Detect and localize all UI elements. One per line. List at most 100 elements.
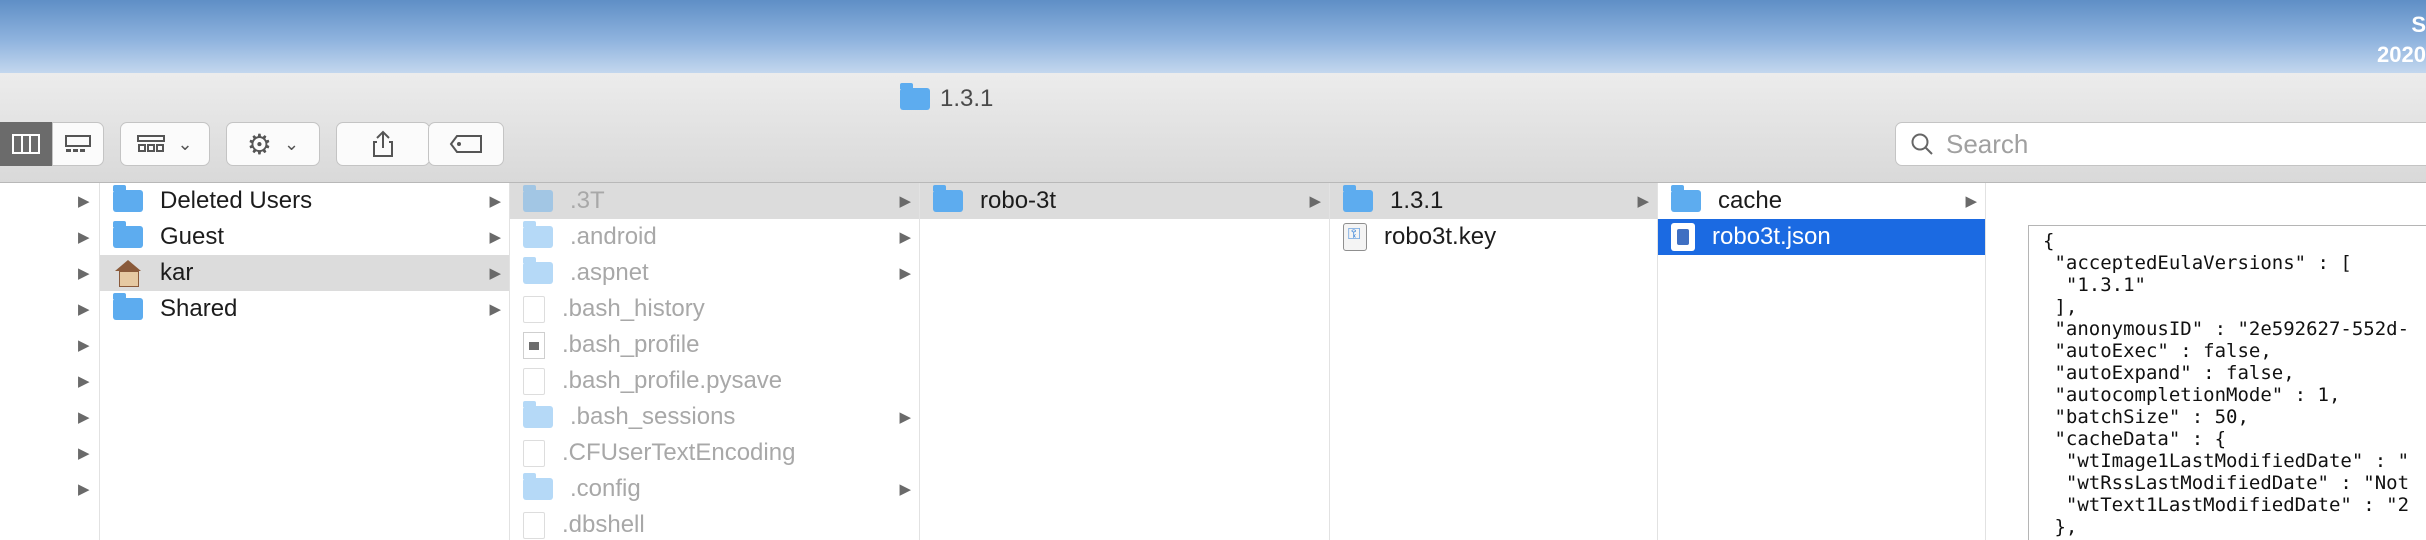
terminal-file-icon (523, 331, 545, 359)
list-item-robo3t-json[interactable]: robo3t.json (1658, 219, 1985, 255)
keynote-file-icon (1343, 223, 1367, 251)
list-item-bash-profile[interactable]: .bash_profile (510, 327, 919, 363)
tags-button[interactable] (428, 122, 504, 166)
chevron-right-icon: ▶ (899, 409, 911, 426)
list-item-cache[interactable]: cache ▶ (1658, 183, 1985, 219)
column-3t: robo-3t ▶ (920, 183, 1330, 540)
list-item-dbshell[interactable]: .dbshell (510, 507, 919, 540)
file-icon (523, 511, 545, 539)
folder-icon (523, 221, 553, 248)
file-icon (523, 367, 545, 395)
search-input[interactable] (1946, 128, 2366, 160)
column-browser: ▶ ▶ ▶ ▶ ▶ ▶ ▶ ▶ ▶ Deleted Users ▶ Guest … (0, 183, 2426, 540)
list-item-config[interactable]: .config ▶ (510, 471, 919, 507)
list-item-deleted-users[interactable]: Deleted Users ▶ (100, 183, 509, 219)
chevron-right-icon: ▶ (489, 301, 501, 318)
view-mode-control (0, 122, 104, 166)
json-file-icon (1671, 223, 1695, 251)
list-item-cfusertextencoding[interactable]: .CFUserTextEncoding (510, 435, 919, 471)
columns-view-icon (12, 134, 40, 154)
disclosure-arrow-icon[interactable]: ▶ (78, 255, 98, 291)
item-label: robo3t.key (1384, 223, 1497, 250)
tag-icon (449, 135, 482, 153)
chevron-down-icon: ⌄ (177, 133, 193, 154)
list-item-shared[interactable]: Shared ▶ (100, 291, 509, 327)
window-title: 1.3.1 (900, 83, 993, 115)
columns-view-button[interactable] (0, 122, 52, 166)
gear-icon: ⚙ (246, 128, 272, 160)
item-label: .CFUserTextEncoding (562, 439, 796, 466)
list-item-3t[interactable]: .3T ▶ (510, 183, 919, 219)
list-item-android[interactable]: .android ▶ (510, 219, 919, 255)
folder-icon (113, 293, 143, 320)
chevron-right-icon: ▶ (899, 265, 911, 282)
list-item-bash-profile-pysave[interactable]: .bash_profile.pysave (510, 363, 919, 399)
list-item-kar[interactable]: kar ▶ (100, 255, 509, 291)
chevron-right-icon: ▶ (489, 265, 501, 282)
column-robo-3t: 1.3.1 ▶ robo3t.key (1330, 183, 1658, 540)
gallery-view-icon (65, 135, 91, 152)
chevron-right-icon: ▶ (899, 229, 911, 246)
grid-group-icon (137, 135, 166, 152)
disclosure-arrow-icon[interactable]: ▶ (78, 291, 98, 327)
item-label: .bash_profile (562, 331, 700, 358)
desktop-background: S 2020 (0, 0, 2426, 73)
folder-icon (113, 185, 143, 212)
gallery-view-button[interactable] (52, 122, 104, 166)
list-item-robo-3t[interactable]: robo-3t ▶ (920, 183, 1329, 219)
list-item-guest[interactable]: Guest ▶ (100, 219, 509, 255)
clock-line-1: S (2411, 12, 2426, 37)
share-icon (373, 130, 393, 157)
column-users: Deleted Users ▶ Guest ▶ kar ▶ Shared ▶ (100, 183, 510, 540)
item-label: Guest (160, 223, 225, 250)
folder-icon (113, 221, 143, 248)
folder-icon (523, 473, 553, 500)
item-label: robo3t.json (1712, 223, 1831, 250)
folder-icon (933, 185, 963, 212)
clock-line-2: 2020 (2377, 42, 2426, 67)
list-item-bash-history[interactable]: .bash_history (510, 291, 919, 327)
file-icon (523, 295, 545, 323)
folder-icon (523, 185, 553, 212)
chevron-down-icon: ⌄ (284, 133, 300, 154)
folder-icon (900, 83, 930, 110)
file-icon (523, 439, 545, 467)
chevron-right-icon: ▶ (1637, 193, 1649, 210)
chevron-right-icon: ▶ (489, 229, 501, 246)
list-item-robo3t-key[interactable]: robo3t.key (1330, 219, 1657, 255)
disclosure-arrow-icon[interactable]: ▶ (78, 399, 98, 435)
item-label: .aspnet (570, 259, 649, 286)
item-label: robo-3t (980, 187, 1057, 214)
search-field[interactable] (1895, 122, 2426, 166)
item-label: .config (570, 475, 641, 502)
folder-icon (1343, 185, 1373, 212)
home-icon (113, 260, 143, 287)
chevron-right-icon: ▶ (899, 193, 911, 210)
item-label: .bash_sessions (570, 403, 736, 430)
disclosure-arrow-icon[interactable]: ▶ (78, 219, 98, 255)
share-button[interactable] (336, 122, 430, 166)
sidebar-column: ▶ ▶ ▶ ▶ ▶ ▶ ▶ ▶ ▶ (0, 183, 100, 540)
chevron-right-icon: ▶ (1965, 193, 1977, 210)
item-label: Deleted Users (160, 187, 313, 214)
group-by-button[interactable]: ⌄ (120, 122, 210, 166)
list-item-aspnet[interactable]: .aspnet ▶ (510, 255, 919, 291)
item-label: .bash_profile.pysave (562, 367, 783, 394)
action-menu-button[interactable]: ⚙ ⌄ (226, 122, 320, 166)
list-item-bash-sessions[interactable]: .bash_sessions ▶ (510, 399, 919, 435)
item-label: Shared (160, 295, 238, 322)
disclosure-arrow-icon[interactable]: ▶ (78, 183, 98, 219)
chevron-right-icon: ▶ (489, 193, 501, 210)
column-1-3-1: cache ▶ robo3t.json (1658, 183, 1986, 540)
disclosure-arrow-icon[interactable]: ▶ (78, 327, 98, 363)
disclosure-arrow-icon[interactable]: ▶ (78, 435, 98, 471)
list-item-1-3-1[interactable]: 1.3.1 ▶ (1330, 183, 1657, 219)
chevron-right-icon: ▶ (899, 481, 911, 498)
chevron-right-icon: ▶ (1309, 193, 1321, 210)
column-home: .3T ▶ .android ▶ .aspnet ▶ .bash_history… (510, 183, 920, 540)
item-label: cache (1718, 187, 1783, 214)
disclosure-arrow-icon[interactable]: ▶ (78, 363, 98, 399)
file-preview: { "acceptedEulaVersions" : [ "1.3.1" ], … (2028, 225, 2426, 540)
search-icon (1911, 133, 1933, 155)
disclosure-arrow-icon[interactable]: ▶ (78, 471, 98, 507)
